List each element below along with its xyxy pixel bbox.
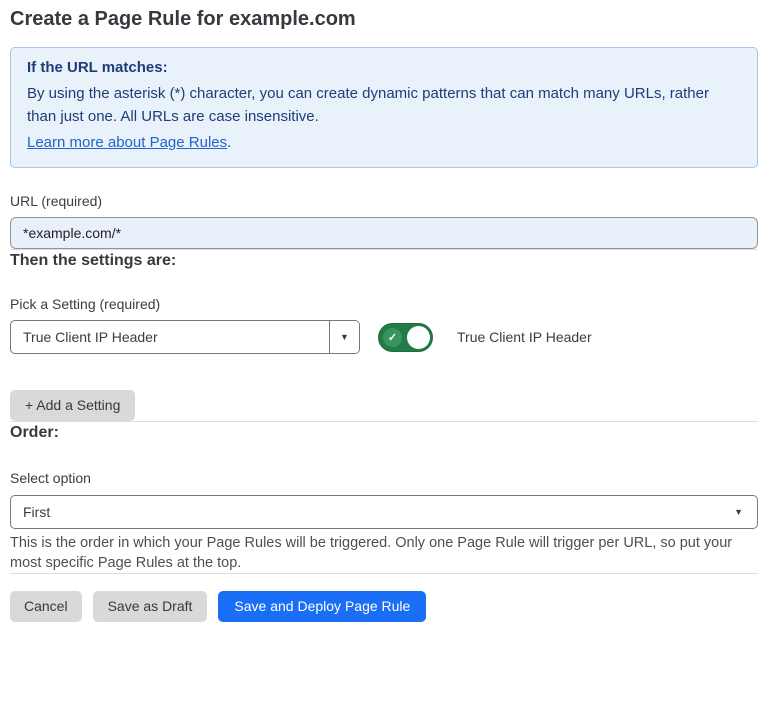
toggle-wrap: ✓ True Client IP Header [378, 323, 592, 352]
true-client-ip-toggle[interactable]: ✓ [378, 323, 433, 352]
save-deploy-button[interactable]: Save and Deploy Page Rule [218, 591, 426, 622]
order-help-text: This is the order in which your Page Rul… [10, 533, 752, 573]
url-match-info-box: If the URL matches: By using the asteris… [10, 47, 758, 168]
create-page-rule-form: Create a Page Rule for example.com If th… [0, 0, 769, 622]
save-draft-button[interactable]: Save as Draft [93, 591, 208, 622]
link-period: . [227, 134, 231, 151]
settings-section-heading: Then the settings are: [10, 250, 758, 271]
url-field-label: URL (required) [10, 192, 758, 210]
footer-actions: Cancel Save as Draft Save and Deploy Pag… [10, 591, 758, 622]
info-box-body: By using the asterisk (*) character, you… [27, 82, 741, 128]
toggle-label: True Client IP Header [457, 329, 592, 345]
order-select[interactable]: First ▼ [10, 495, 758, 529]
info-box-heading: If the URL matches: [27, 59, 741, 76]
pick-setting-label: Pick a Setting (required) [10, 295, 758, 313]
footer-divider [10, 573, 758, 574]
toggle-knob [407, 326, 430, 349]
chevron-down-icon: ▼ [734, 496, 757, 528]
cancel-button[interactable]: Cancel [10, 591, 82, 622]
order-select-label: Select option [10, 469, 758, 487]
setting-row: True Client IP Header ▼ ✓ True Client IP… [10, 320, 758, 354]
order-section-heading: Order: [10, 422, 758, 443]
info-link-line: Learn more about Page Rules. [27, 131, 741, 154]
check-icon: ✓ [383, 328, 402, 347]
chevron-down-icon[interactable]: ▼ [329, 321, 359, 353]
setting-select[interactable]: True Client IP Header ▼ [10, 320, 360, 354]
add-setting-button[interactable]: + Add a Setting [10, 390, 135, 421]
setting-select-value: True Client IP Header [11, 321, 329, 353]
dropdown-arrow-glyph: ▼ [734, 508, 743, 517]
page-title: Create a Page Rule for example.com [10, 6, 758, 32]
url-input[interactable] [10, 217, 758, 249]
dropdown-arrow-glyph: ▼ [340, 333, 349, 342]
learn-more-link[interactable]: Learn more about Page Rules [27, 134, 227, 151]
order-select-value: First [11, 496, 734, 528]
